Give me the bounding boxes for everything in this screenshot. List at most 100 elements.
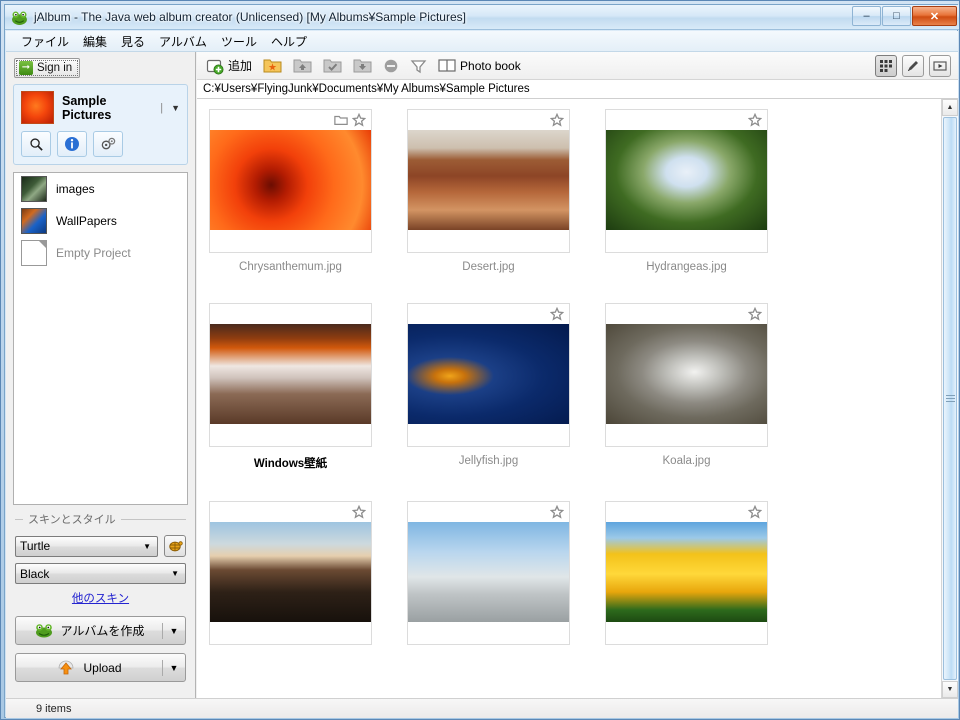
upload-button[interactable]: Upload ▼ xyxy=(15,653,186,682)
thumbnail-caption: Chrysanthemum.jpg xyxy=(239,261,342,273)
card-badges xyxy=(210,110,371,130)
thumbnail-card[interactable] xyxy=(209,109,372,253)
menu-edit[interactable]: 編集 xyxy=(76,31,114,52)
thumbnail-image[interactable] xyxy=(408,130,569,230)
menu-tools[interactable]: ツール xyxy=(214,31,264,52)
thumbnail-image[interactable] xyxy=(408,522,569,622)
skin-select[interactable]: Turtle ▼ xyxy=(15,535,158,557)
album-header: Sample Pictures | ▼ xyxy=(21,91,180,124)
chevron-down-icon: ▼ xyxy=(143,541,151,551)
scroll-up-button[interactable]: ▲ xyxy=(942,99,958,116)
thumbnail-image[interactable] xyxy=(606,130,767,230)
photo-book-icon xyxy=(438,59,456,72)
thumbnail-image[interactable] xyxy=(210,522,371,622)
thumbnail-cell[interactable]: Hydrangeas.jpg xyxy=(605,109,803,273)
close-button[interactable]: ✕ xyxy=(912,6,957,26)
album-separator: | xyxy=(160,101,164,114)
list-item[interactable]: images xyxy=(14,173,187,205)
upload-dropdown[interactable]: ▼ xyxy=(163,663,185,673)
path-value: C:¥Users¥FlyingJunk¥Documents¥My Albums¥… xyxy=(203,83,530,95)
new-album-button[interactable] xyxy=(259,55,286,76)
thumbnail-cell[interactable] xyxy=(605,501,803,653)
style-row: Black ▼ xyxy=(15,563,186,584)
legend-line-right xyxy=(120,518,186,520)
star-icon[interactable] xyxy=(748,113,762,127)
thumbnail-image[interactable] xyxy=(210,324,371,424)
star-icon[interactable] xyxy=(352,505,366,519)
menu-view[interactable]: 見る xyxy=(114,31,152,52)
style-select[interactable]: Black ▼ xyxy=(15,563,186,584)
star-icon[interactable] xyxy=(550,113,564,127)
menu-file[interactable]: ファイル xyxy=(14,31,76,52)
minimize-button[interactable]: – xyxy=(852,6,881,26)
thumbnail-card[interactable] xyxy=(605,501,768,645)
card-footer xyxy=(210,622,371,644)
star-icon[interactable] xyxy=(748,505,762,519)
vertical-scrollbar[interactable]: ▲ ▼ xyxy=(941,99,958,698)
photo-book-button[interactable]: Photo book xyxy=(434,56,525,75)
thumbnail-cell[interactable]: Windows壁紙 xyxy=(209,303,407,471)
thumbnail-card[interactable] xyxy=(407,109,570,253)
path-bar[interactable]: C:¥Users¥FlyingJunk¥Documents¥My Albums¥… xyxy=(197,80,958,99)
main-pane: 追加 Photo book C:¥Users¥FlyingJunk¥Docume… xyxy=(197,52,958,698)
thumbnail-cell[interactable]: Koala.jpg xyxy=(605,303,803,471)
project-label: WallPapers xyxy=(56,214,117,228)
skin-preview-button[interactable] xyxy=(164,535,186,557)
thumbnail-image[interactable] xyxy=(606,324,767,424)
pencil-icon xyxy=(908,60,918,71)
sign-in-label: Sign in xyxy=(37,62,73,74)
maximize-button[interactable]: □ xyxy=(882,6,911,26)
thumbnail-card[interactable] xyxy=(209,501,372,645)
filter-button[interactable] xyxy=(406,56,431,76)
scroll-down-button[interactable]: ▼ xyxy=(942,681,958,698)
star-icon[interactable] xyxy=(550,307,564,321)
more-skins-link[interactable]: 他のスキン xyxy=(72,593,129,605)
folder-icon[interactable] xyxy=(334,114,348,126)
scroll-track[interactable] xyxy=(942,116,958,681)
current-album-card[interactable]: Sample Pictures | ▼ xyxy=(13,84,188,165)
star-icon[interactable] xyxy=(748,307,762,321)
list-item[interactable]: WallPapers xyxy=(14,205,187,237)
settings-button[interactable] xyxy=(93,131,123,157)
photo-book-label: Photo book xyxy=(460,58,521,73)
move-down-button[interactable] xyxy=(349,55,376,76)
card-footer xyxy=(408,424,569,446)
check-button[interactable] xyxy=(319,55,346,76)
search-button[interactable] xyxy=(21,131,51,157)
thumbnail-cell[interactable]: Desert.jpg xyxy=(407,109,605,273)
application-window: jAlbum - The Java web album creator (Unl… xyxy=(0,0,960,720)
grid-view-button[interactable] xyxy=(875,54,897,77)
make-album-dropdown[interactable]: ▼ xyxy=(163,626,185,636)
close-icon: ✕ xyxy=(929,10,940,23)
thumbnail-card[interactable] xyxy=(407,303,570,447)
thumbnail-image[interactable] xyxy=(408,324,569,424)
thumbnail-card[interactable] xyxy=(209,303,372,447)
star-icon[interactable] xyxy=(550,505,564,519)
menu-help[interactable]: ヘルプ xyxy=(264,31,314,52)
add-button[interactable]: 追加 xyxy=(202,55,256,77)
thumbnail-card[interactable] xyxy=(605,109,768,253)
thumbnail-card[interactable] xyxy=(407,501,570,645)
info-button[interactable] xyxy=(57,131,87,157)
scroll-thumb[interactable] xyxy=(943,117,957,680)
menu-album[interactable]: アルバム xyxy=(152,31,214,52)
edit-pencil-button[interactable] xyxy=(902,54,924,77)
list-item[interactable]: Empty Project xyxy=(14,237,187,269)
card-footer xyxy=(606,230,767,252)
thumbnail-card[interactable] xyxy=(605,303,768,447)
move-up-button[interactable] xyxy=(289,55,316,76)
thumbnail-image[interactable] xyxy=(606,522,767,622)
chevron-down-icon[interactable]: ▼ xyxy=(171,103,180,113)
card-badges xyxy=(408,304,569,324)
thumbnail-cell[interactable]: Chrysanthemum.jpg xyxy=(209,109,407,273)
slideshow-button[interactable] xyxy=(929,54,951,77)
star-icon[interactable] xyxy=(352,113,366,127)
title-bar[interactable]: jAlbum - The Java web album creator (Unl… xyxy=(5,5,959,30)
thumbnail-cell[interactable] xyxy=(407,501,605,653)
thumbnail-cell[interactable] xyxy=(209,501,407,653)
make-album-button[interactable]: アルバムを作成 ▼ xyxy=(15,616,186,645)
sign-in-button[interactable]: ➞ Sign in xyxy=(14,58,81,78)
thumbnail-image[interactable] xyxy=(210,130,371,230)
remove-button[interactable] xyxy=(379,56,403,76)
thumbnail-cell[interactable]: Jellyfish.jpg xyxy=(407,303,605,471)
